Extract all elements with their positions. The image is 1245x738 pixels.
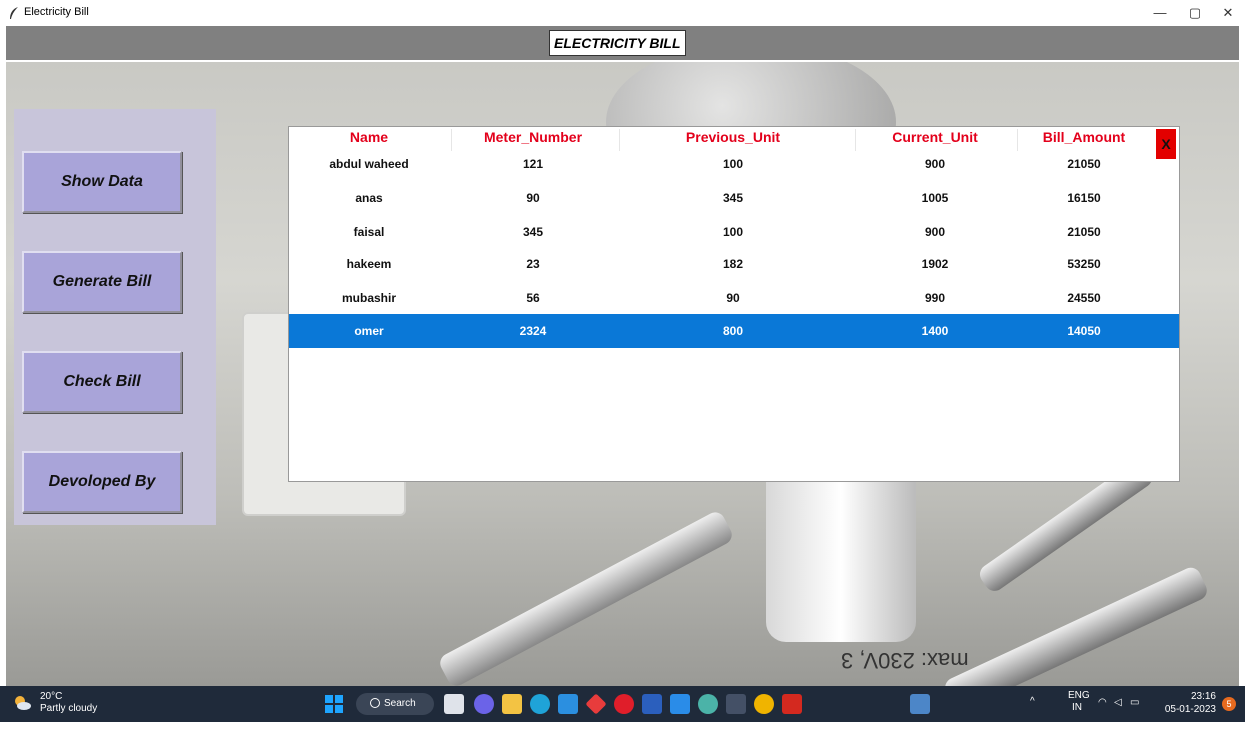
cell-name: omer [354, 324, 384, 338]
search-label: Search [384, 698, 416, 709]
column-header-meter-number[interactable]: Meter_Number [453, 129, 613, 145]
cell-meter-number: 23 [526, 257, 540, 271]
page-title: ELECTRICITY BILL [549, 30, 686, 56]
file-explorer-icon[interactable] [502, 694, 522, 714]
table-row[interactable]: faisal 345 100 900 21050 [289, 215, 1179, 247]
cell-bill-amount: 21050 [1067, 157, 1101, 171]
cell-current-unit: 900 [924, 157, 946, 171]
cell-meter-number: 90 [526, 191, 540, 205]
column-header-current-unit[interactable]: Current_Unit [855, 129, 1015, 145]
cell-meter-number: 2324 [519, 324, 547, 338]
cell-bill-amount: 16150 [1067, 191, 1101, 205]
column-divider [451, 129, 452, 151]
clock-date: 05-01-2023 [1164, 704, 1216, 715]
python-icon[interactable] [910, 694, 930, 714]
vscode-icon[interactable] [670, 694, 690, 714]
edge-browser-icon[interactable] [530, 694, 550, 714]
cell-current-unit: 900 [924, 225, 946, 239]
cell-current-unit: 1400 [921, 324, 949, 338]
weather-condition: Partly cloudy [40, 703, 98, 714]
cell-previous-unit: 90 [726, 291, 740, 305]
cell-previous-unit: 345 [722, 191, 744, 205]
cell-previous-unit: 182 [722, 257, 744, 271]
pdf-reader-icon[interactable] [782, 694, 802, 714]
background-label: max: 230V, 3 [841, 648, 969, 673]
table-row[interactable]: mubashir 56 90 990 24550 [289, 281, 1179, 313]
table-row[interactable]: anas 90 345 1005 16150 [289, 183, 1179, 215]
table-row[interactable]: hakeem 23 182 1902 53250 [289, 249, 1179, 281]
window-title-bar: Electricity Bill — ▢ ✕ [0, 0, 1245, 26]
cell-previous-unit: 800 [722, 324, 744, 338]
tray-chevron-icon[interactable]: ^ [1030, 696, 1035, 732]
weather-temp: 20°C [40, 691, 63, 702]
developed-by-button[interactable]: Devoloped By [22, 451, 182, 513]
cell-name: faisal [353, 225, 385, 239]
notification-badge[interactable]: 5 [1222, 697, 1236, 711]
clock-time: 23:16 [1190, 691, 1216, 702]
app-icon[interactable] [698, 694, 718, 714]
column-divider [619, 129, 620, 151]
header-band: ELECTRICITY BILL [6, 26, 1239, 60]
language-bottom[interactable]: IN [1072, 702, 1082, 738]
generate-bill-button[interactable]: Generate Bill [22, 251, 182, 313]
cell-meter-number: 56 [526, 291, 540, 305]
weather-cloud-icon [15, 696, 31, 710]
show-data-button[interactable]: Show Data [22, 151, 182, 213]
window-title: Electricity Bill [24, 6, 89, 18]
cell-bill-amount: 24550 [1067, 291, 1101, 305]
check-bill-button[interactable]: Check Bill [22, 351, 182, 413]
cell-bill-amount: 21050 [1067, 225, 1101, 239]
mail-icon[interactable] [558, 694, 578, 714]
side-panel: Show Data Generate Bill Check Bill Devol… [14, 109, 216, 525]
taskbar-clock[interactable]: 23:16 05-01-2023 [1156, 690, 1216, 716]
app-diamond-icon[interactable] [585, 693, 607, 715]
opera-icon[interactable] [614, 694, 634, 714]
taskbar-search[interactable]: Search [356, 693, 434, 715]
minimize-button[interactable]: — [1145, 4, 1175, 22]
feather-icon [10, 7, 18, 19]
column-header-name[interactable]: Name [289, 129, 449, 145]
cell-name: hakeem [346, 257, 392, 271]
chat-icon[interactable] [474, 694, 494, 714]
cell-current-unit: 1902 [921, 257, 949, 271]
cell-previous-unit: 100 [722, 157, 744, 171]
close-window-button[interactable]: ✕ [1213, 4, 1243, 22]
search-icon [370, 698, 380, 708]
cell-current-unit: 990 [924, 291, 946, 305]
data-table: Name Meter_Number Previous_Unit Current_… [288, 126, 1180, 482]
column-header-previous-unit[interactable]: Previous_Unit [653, 129, 813, 145]
wifi-icon[interactable]: ◠ [1098, 697, 1107, 733]
cell-name: anas [355, 191, 383, 205]
cell-name: abdul waheed [329, 157, 409, 171]
weather-widget[interactable]: 20°C Partly cloudy [10, 691, 120, 717]
cell-meter-number: 345 [522, 225, 544, 239]
windows-start-icon[interactable] [324, 694, 344, 714]
battery-icon[interactable]: ▭ [1130, 697, 1139, 733]
word-icon[interactable] [642, 694, 662, 714]
chrome-icon[interactable] [754, 694, 774, 714]
task-view-icon[interactable] [444, 694, 464, 714]
cell-current-unit: 1005 [921, 191, 949, 205]
cell-meter-number: 121 [522, 157, 544, 171]
cell-bill-amount: 14050 [1067, 324, 1101, 338]
robot-arm-graphic [941, 564, 1211, 686]
terminal-icon[interactable] [726, 694, 746, 714]
maximize-button[interactable]: ▢ [1180, 4, 1210, 22]
table-row[interactable]: abdul waheed 121 100 900 21050 [289, 151, 1179, 183]
taskbar: 20°C Partly cloudy Search ^ ENG IN ◠ ◁ ▭… [0, 686, 1245, 722]
cell-bill-amount: 53250 [1067, 257, 1101, 271]
cell-previous-unit: 100 [722, 225, 744, 239]
column-header-bill-amount[interactable]: Bill_Amount [1004, 129, 1164, 145]
volume-icon[interactable]: ◁ [1114, 697, 1122, 733]
table-row-selected[interactable]: omer 2324 800 1400 14050 [289, 314, 1179, 348]
robot-arm-graphic [436, 508, 736, 686]
cell-name: mubashir [341, 291, 396, 305]
